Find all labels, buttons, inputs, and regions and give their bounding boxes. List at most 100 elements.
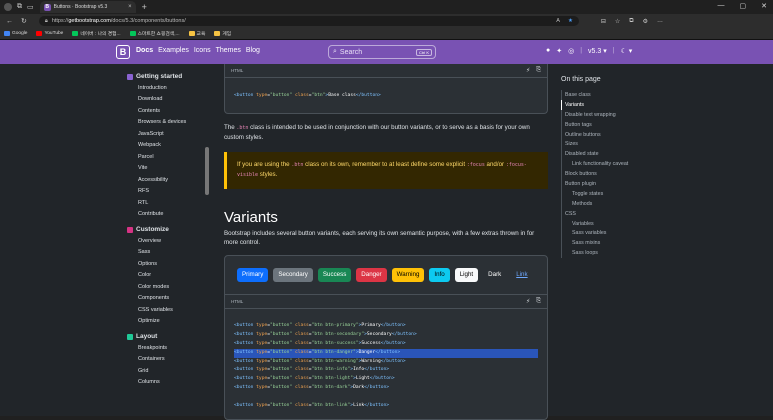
workspaces-icon[interactable]: ⧉ [17, 3, 22, 11]
bootstrap-logo[interactable]: B [116, 45, 130, 59]
sidebar-item-columns[interactable]: Columns [127, 377, 209, 389]
bookmark-item[interactable]: 게임 [214, 30, 231, 37]
toc-item-sass-loops[interactable]: Sass loops [561, 248, 661, 259]
toc-item-sizes[interactable]: Sizes [561, 139, 661, 150]
bookmark-item[interactable]: YouTube [36, 31, 63, 36]
toc-item-disabled-state[interactable]: Disabled state [561, 149, 661, 160]
favorites-icon[interactable]: ☆ [615, 18, 620, 25]
sidebar-item-grid[interactable]: Grid [127, 365, 209, 377]
nav-link-docs[interactable]: Docs [136, 47, 153, 54]
sidebar-item-vite[interactable]: Vite [127, 163, 209, 175]
github-icon[interactable]: ● [546, 47, 550, 55]
theme-toggle-icon[interactable]: ☾ ▾ [621, 47, 633, 55]
toc-item-block-buttons[interactable]: Block buttons [561, 169, 661, 180]
sidebar-item-javascript[interactable]: JavaScript [127, 128, 209, 140]
sidebar-item-webpack[interactable]: Webpack [127, 140, 209, 152]
section-icon [127, 73, 133, 80]
nav-link-examples[interactable]: Examples [158, 47, 189, 54]
address-bar[interactable]: 🔒︎ https://getbootstrap.com/docs/5.3/com… [38, 16, 579, 26]
split-screen-icon[interactable]: ⊟ [601, 18, 606, 25]
sidebar-section-customize[interactable]: Customize [127, 226, 209, 233]
sidebar-item-optimize[interactable]: Optimize [127, 316, 209, 328]
toc-item-disable-text-wrapping[interactable]: Disable text wrapping [561, 109, 661, 120]
btn-link[interactable]: Link [511, 268, 532, 282]
sidebar-item-contribute[interactable]: Contribute [127, 209, 209, 221]
sidebar-item-color-modes[interactable]: Color modes [127, 281, 209, 293]
toc-item-sass-mixins[interactable]: Sass mixins [561, 238, 661, 249]
copy-icon[interactable]: ⎘ [536, 67, 541, 74]
more-icon[interactable]: … [657, 18, 663, 25]
sidebar-item-browsers-devices[interactable]: Browsers & devices [127, 117, 209, 129]
sidebar-item-color[interactable]: Color [127, 270, 209, 282]
sidebar-item-accessibility[interactable]: Accessibility [127, 174, 209, 186]
sidebar-item-introduction[interactable]: Introduction [127, 82, 209, 94]
sidebar-item-options[interactable]: Options [127, 258, 209, 270]
sidebar-item-rfs[interactable]: RFS [127, 186, 209, 198]
nav-link-icons[interactable]: Icons [194, 47, 211, 54]
bookmark-label: 스마트한 쇼핑검색,... [137, 32, 180, 37]
sidebar-item-parcel[interactable]: Parcel [127, 151, 209, 163]
bookmark-item[interactable]: 교육 [188, 30, 205, 37]
collections-icon[interactable]: ⧉ [629, 18, 633, 25]
tab-actions-icon[interactable]: ▭ [27, 3, 34, 11]
toc-item-outline-buttons[interactable]: Outline buttons [561, 129, 661, 140]
toc-item-base-class[interactable]: Base class [561, 90, 661, 100]
maximize-icon[interactable]: ▢ [740, 2, 747, 10]
toc-item-methods[interactable]: Methods [561, 198, 661, 209]
sidebar-item-download[interactable]: Download [127, 94, 209, 106]
bookmark-item[interactable]: Google [4, 31, 27, 36]
close-window-icon[interactable]: ✕ [761, 2, 767, 10]
sidebar-section-layout[interactable]: Layout [127, 333, 209, 340]
sidebar-item-rtl[interactable]: RTL [127, 197, 209, 209]
sidebar-section-getting-started[interactable]: Getting started [127, 73, 209, 80]
extensions-icon[interactable]: ⚙ [643, 18, 648, 25]
edit-stackblitz-icon[interactable]: ⚡ [526, 67, 530, 74]
bookmark-item[interactable]: 네이버 : 나의 경험... [72, 30, 121, 37]
close-tab-icon[interactable]: × [128, 4, 132, 10]
sidebar-scrollbar[interactable] [205, 147, 209, 195]
toc-item-button-tags[interactable]: Button tags [561, 119, 661, 130]
btn-secondary[interactable]: Secondary [273, 267, 313, 282]
nav-link-blog[interactable]: Blog [246, 47, 260, 54]
variants-heading: Variants [224, 208, 278, 226]
btn-success[interactable]: Success [317, 267, 352, 282]
bookmarks-bar: Google YouTube 네이버 : 나의 경험... 스마트한 쇼핑검색,...… [0, 28, 773, 40]
search-button[interactable]: ⌕ Search Ctrl K [328, 45, 436, 59]
sidebar-item-css-variables[interactable]: CSS variables [127, 304, 209, 316]
nav-link-themes[interactable]: Themes [216, 47, 241, 54]
toc-item-variants[interactable]: Variants [561, 99, 661, 110]
profile-icon[interactable] [4, 3, 12, 11]
reload-icon[interactable]: ↻ [21, 17, 27, 25]
browser-tab-active[interactable]: B Buttons · Bootstrap v5.3 × [39, 1, 136, 13]
sidebar-item-overview[interactable]: Overview [127, 235, 209, 247]
sidebar-item-contents[interactable]: Contents [127, 105, 209, 117]
sidebar-item-breakpoints[interactable]: Breakpoints [127, 342, 209, 354]
btn-dark[interactable]: Dark [483, 268, 506, 282]
version-dropdown[interactable]: v5.3 ▾ [588, 47, 607, 55]
toc-item-css[interactable]: CSS [561, 208, 661, 219]
toc-item-button-plugin[interactable]: Button plugin [561, 179, 661, 189]
toc-item-sass-variables[interactable]: Sass variables [561, 228, 661, 239]
btn-light[interactable]: Light [454, 267, 479, 282]
toc-item-toggle-states[interactable]: Toggle states [561, 188, 661, 199]
copy-icon[interactable]: ⎘ [536, 298, 541, 305]
new-tab-icon[interactable]: + [142, 2, 147, 12]
favorite-star-icon[interactable]: ★ [568, 18, 573, 24]
btn-warning[interactable]: Warning [391, 267, 425, 282]
twitter-icon[interactable]: ✦ [556, 47, 562, 55]
sidebar-item-sass[interactable]: Sass [127, 247, 209, 259]
sidebar-item-containers[interactable]: Containers [127, 354, 209, 366]
btn-info[interactable]: Info [429, 267, 450, 282]
edit-stackblitz-icon[interactable]: ⚡ [526, 298, 530, 305]
toc-item-variables[interactable]: Variables [561, 218, 661, 229]
btn-primary[interactable]: Primary [237, 267, 269, 282]
back-icon[interactable]: ← [6, 18, 13, 25]
read-aloud-icon[interactable]: A [556, 18, 560, 24]
bookmark-item[interactable]: 스마트한 쇼핑검색,... [129, 30, 180, 37]
toc-item-link-functionality-caveat[interactable]: Link functionality caveat [561, 159, 661, 170]
opencollective-icon[interactable]: ◎ [568, 47, 574, 55]
minimize-icon[interactable]: — [718, 2, 725, 10]
toc-title: On this page [561, 76, 601, 83]
btn-danger[interactable]: Danger [356, 267, 387, 282]
sidebar-item-components[interactable]: Components [127, 293, 209, 305]
